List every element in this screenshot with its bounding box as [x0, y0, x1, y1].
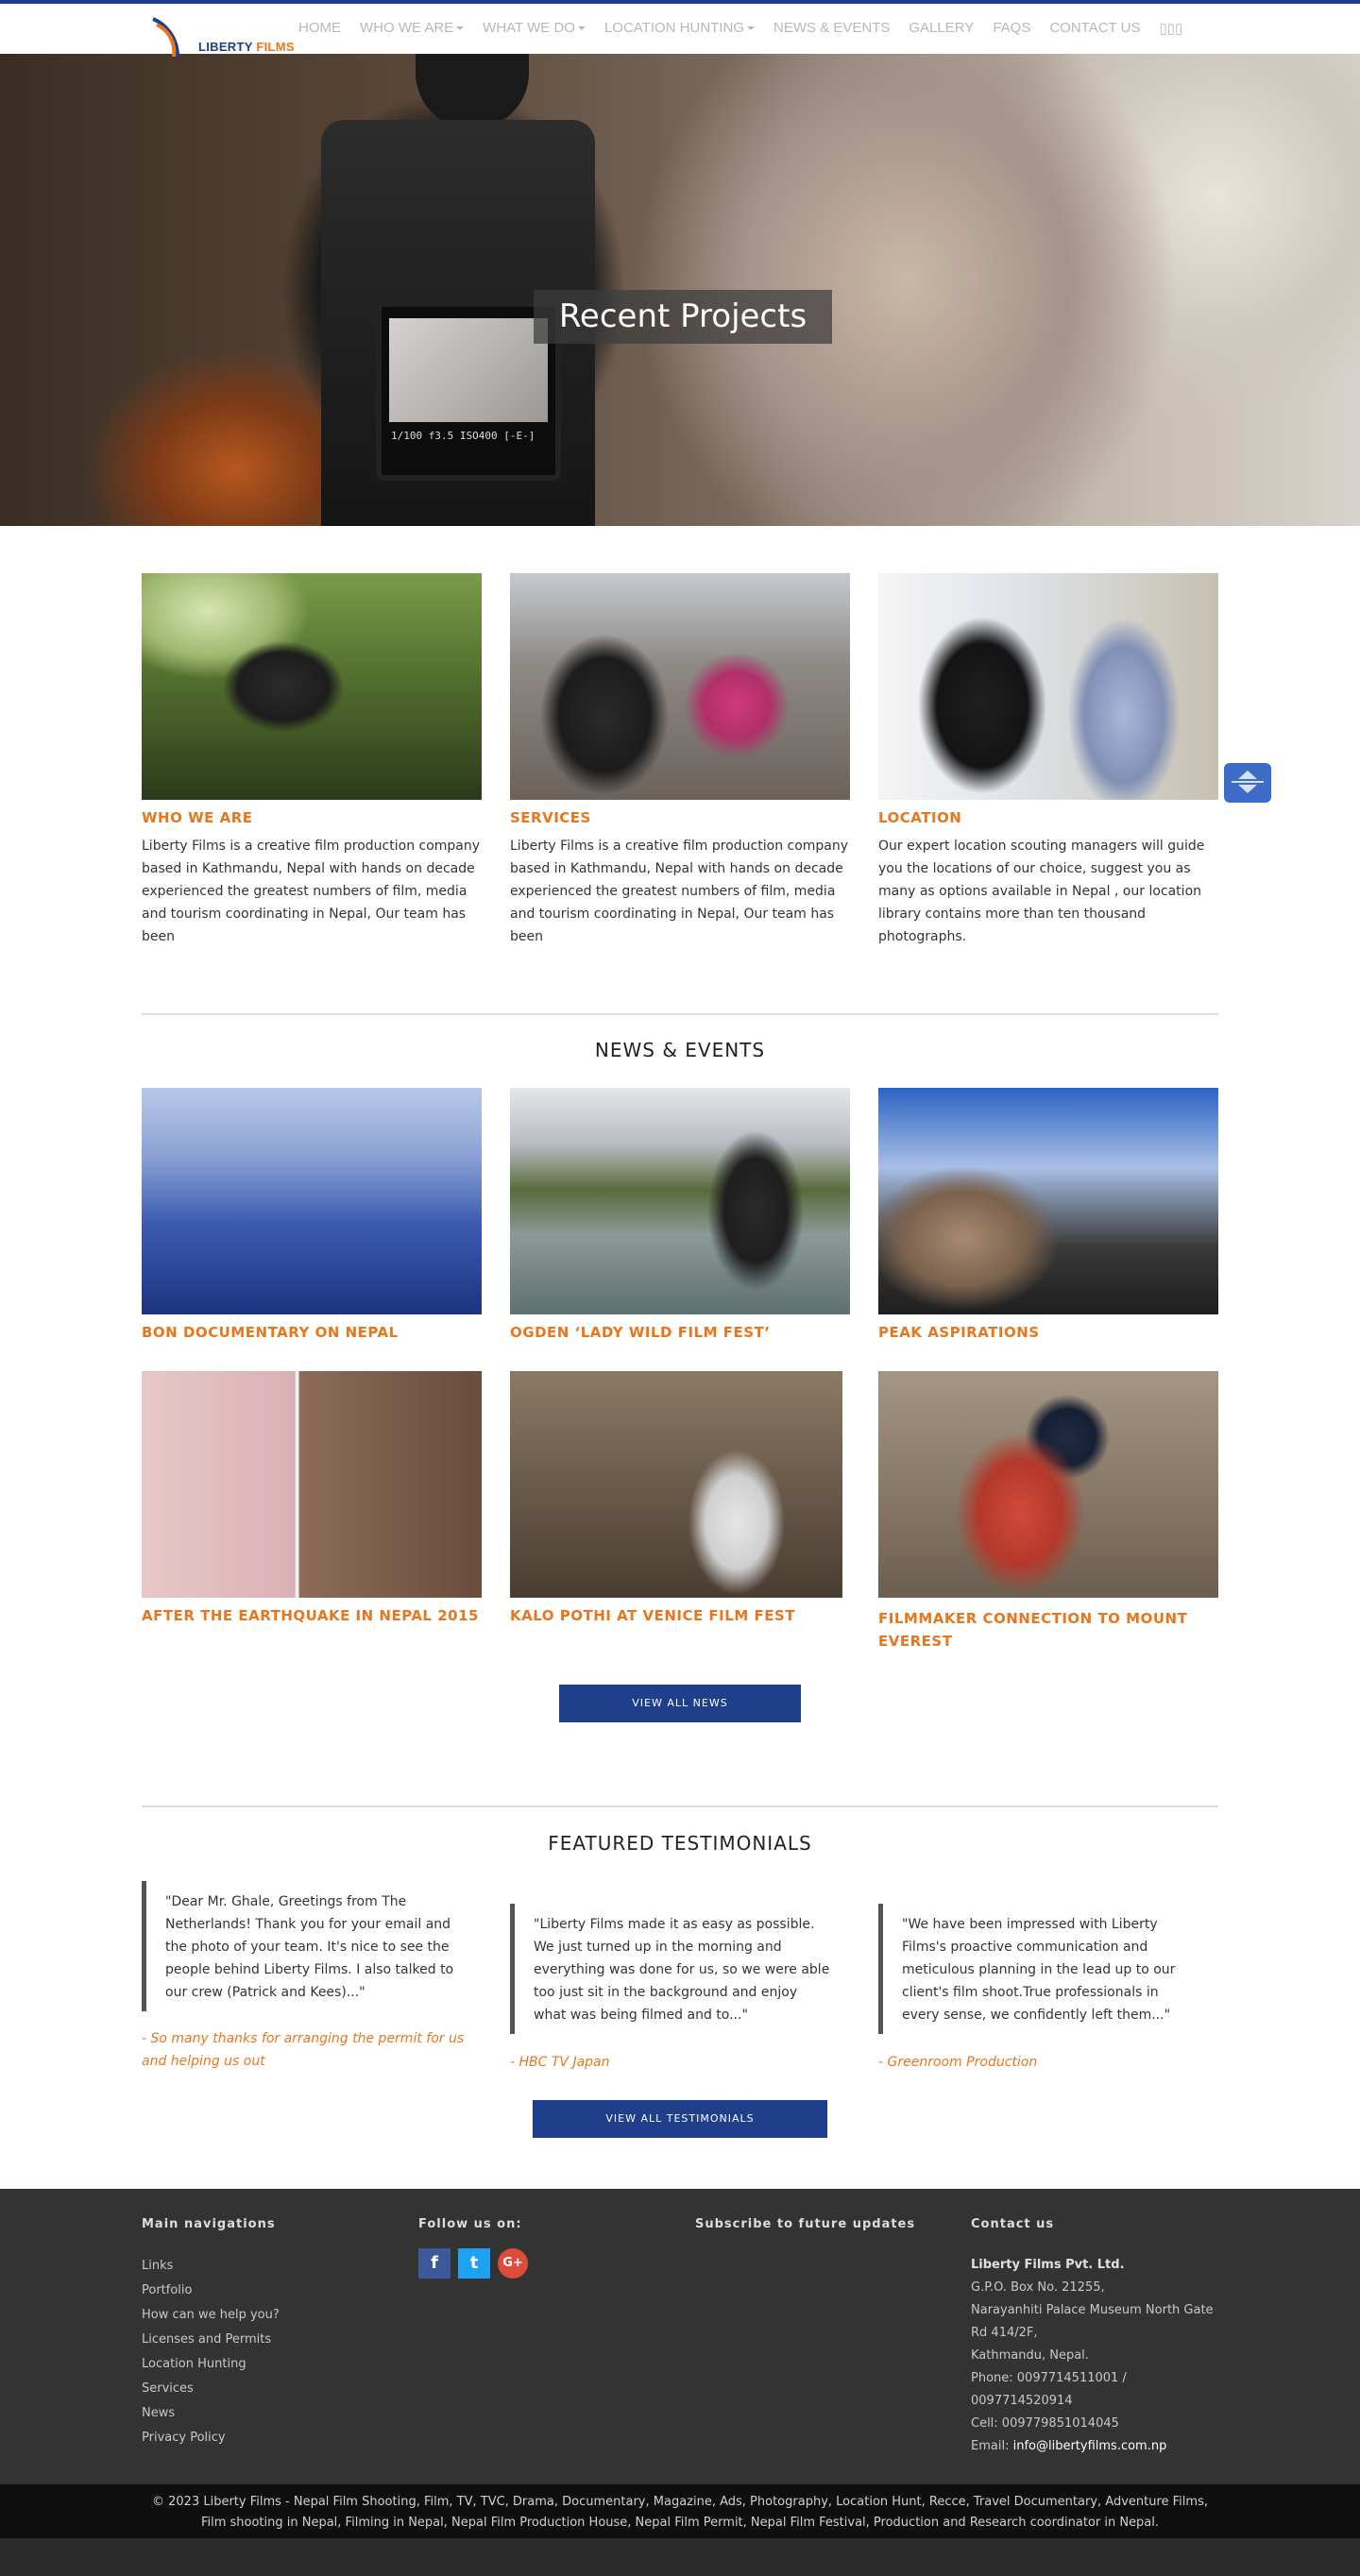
nav-what-we-do[interactable]: WHAT WE DO	[473, 20, 595, 37]
testimonial-quote: "Liberty Films made it as easy as possib…	[510, 1904, 831, 2034]
nav-news-events[interactable]: NEWS & EVENTS	[764, 20, 899, 37]
news-title[interactable]: OGDEN ‘LADY WILD FILM FEST’	[510, 1324, 850, 1341]
services-title[interactable]: SERVICES	[510, 809, 591, 826]
news-title[interactable]: BON DOCUMENTARY ON NEPAL	[142, 1324, 482, 1341]
twitter-icon[interactable]: t	[458, 2248, 490, 2279]
news-title[interactable]: KALO POTHI AT VENICE FILM FEST	[510, 1607, 850, 1624]
contact-email-line: Email: info@libertyfilms.com.np	[971, 2439, 1167, 2453]
copyright-line-1: © 2023 Liberty Films - Nepal Film Shooti…	[152, 2495, 1208, 2509]
scroll-toggle-button[interactable]	[1224, 763, 1271, 803]
site-footer: Main navigations Links Portfolio How can…	[0, 2189, 1360, 2484]
who-we-are-text: Liberty Films is a creative film product…	[142, 839, 481, 944]
view-all-news-button[interactable]: VIEW ALL NEWS	[559, 1685, 801, 1722]
who-we-are-title[interactable]: WHO WE ARE	[142, 809, 253, 826]
contact-address: Narayanhiti Palace Museum North Gate Rd …	[971, 2303, 1214, 2340]
footer-nav-column: Main navigations Links Portfolio How can…	[142, 2217, 387, 2450]
google-plus-icon[interactable]: G+	[498, 2248, 528, 2279]
footer-link[interactable]: Portfolio	[142, 2279, 387, 2303]
nav-faqs[interactable]: FAQS	[983, 20, 1040, 37]
nav-gallery[interactable]: GALLERY	[899, 20, 983, 37]
section-divider	[142, 1805, 1218, 1807]
company-name: Liberty Films Pvt. Ltd.	[971, 2258, 1125, 2272]
subscribe-heading: Subscribe to future updates	[695, 2217, 916, 2231]
hero-title: Recent Projects	[534, 290, 832, 344]
nav-language[interactable]: ▯▯▯	[1149, 20, 1192, 37]
news-image[interactable]	[142, 1088, 482, 1314]
view-all-testimonials-button[interactable]: VIEW ALL TESTIMONIALS	[533, 2100, 827, 2138]
contact-box: G.P.O. Box No. 21255,	[971, 2280, 1105, 2295]
news-image[interactable]	[142, 1371, 482, 1598]
footer-subscribe-column: Subscribe to future updates	[695, 2217, 941, 2254]
services-text: Liberty Films is a creative film product…	[510, 839, 849, 944]
follow-heading: Follow us on:	[418, 2217, 522, 2231]
nav-home[interactable]: HOME	[289, 20, 350, 37]
nav-who-we-are[interactable]: WHO WE ARE	[350, 20, 473, 37]
contact-phone: Phone: 0097714511001 / 0097714520914	[971, 2371, 1127, 2408]
caret-down-icon	[456, 26, 465, 31]
news-heading: NEWS & EVENTS	[594, 1039, 766, 1061]
news-image[interactable]	[510, 1088, 850, 1314]
testimonial-quote: "We have been impressed with Liberty Fil…	[878, 1904, 1199, 2034]
footer-nav-heading: Main navigations	[142, 2217, 276, 2231]
top-navbar: LIBERTY FILMS HOME WHO WE ARE WHAT WE DO…	[0, 0, 1360, 58]
footer-follow-column: Follow us on: f t G+	[418, 2217, 664, 2279]
contact-city: Kathmandu, Nepal.	[971, 2348, 1089, 2363]
services-image[interactable]	[510, 573, 850, 800]
facebook-icon[interactable]: f	[418, 2248, 450, 2279]
news-title[interactable]: FILMMAKER CONNECTION TO MOUNT EVEREST	[878, 1607, 1218, 1652]
footer-contact-column: Contact us Liberty Films Pvt. Ltd. G.P.O…	[971, 2217, 1226, 2458]
contact-heading: Contact us	[971, 2217, 1055, 2231]
caret-down-icon	[577, 26, 586, 31]
news-title[interactable]: AFTER THE EARTHQUAKE IN NEPAL 2015	[142, 1607, 482, 1624]
testimonial-author: - So many thanks for arranging the permi…	[142, 2031, 465, 2069]
hero-microphone	[416, 54, 529, 129]
testimonial-quote: "Dear Mr. Ghale, Greetings from The Neth…	[142, 1881, 463, 2011]
nav-location-hunting[interactable]: LOCATION HUNTING	[595, 20, 764, 37]
news-image[interactable]	[878, 1088, 1218, 1314]
testimonial-author: - Greenroom Production	[878, 2055, 1038, 2070]
section-divider	[142, 1013, 1218, 1015]
caret-down-icon	[747, 26, 756, 31]
nav-contact-us[interactable]: CONTACT US	[1040, 20, 1149, 37]
main-menu: HOME WHO WE ARE WHAT WE DO LOCATION HUNT…	[289, 20, 1192, 37]
copyright-bar: © 2023 Liberty Films - Nepal Film Shooti…	[0, 2484, 1360, 2538]
contact-cell: Cell: 009779851014045	[971, 2416, 1119, 2431]
testimonial-author: - HBC TV Japan	[510, 2055, 610, 2070]
contact-email-link[interactable]: info@libertyfilms.com.np	[1013, 2439, 1167, 2453]
news-title[interactable]: PEAK ASPIRATIONS	[878, 1324, 1218, 1341]
footer-link[interactable]: Links	[142, 2254, 387, 2279]
brand-logo[interactable]: LIBERTY FILMS	[149, 15, 310, 60]
footer-link[interactable]: Location Hunting	[142, 2352, 387, 2377]
arrow-up-icon	[1238, 771, 1257, 779]
social-links: f t G+	[418, 2248, 664, 2279]
location-title[interactable]: LOCATION	[878, 809, 961, 826]
location-image[interactable]	[878, 573, 1218, 800]
footer-link[interactable]: Privacy Policy	[142, 2426, 387, 2450]
copyright-line-2: Film shooting in Nepal, Filming in Nepal…	[200, 2516, 1160, 2530]
page-bottom-strip	[0, 2538, 1360, 2576]
who-we-are-image[interactable]	[142, 573, 482, 800]
footer-link[interactable]: How can we help you?	[142, 2303, 387, 2328]
logo-swoosh-icon	[152, 17, 179, 58]
footer-link[interactable]: Licenses and Permits	[142, 2328, 387, 2352]
location-text: Our expert location scouting managers wi…	[878, 839, 1205, 944]
testimonials-heading: FEATURED TESTIMONIALS	[548, 1832, 812, 1855]
hero-banner: 1/100 f3.5 ISO400 [-E-] Recent Projects	[0, 54, 1360, 526]
news-image[interactable]	[510, 1371, 842, 1598]
footer-link[interactable]: Services	[142, 2377, 387, 2401]
news-image[interactable]	[878, 1371, 1218, 1598]
brand-name: LIBERTY FILMS	[198, 40, 295, 54]
footer-link[interactable]: News	[142, 2401, 387, 2426]
arrow-down-icon	[1238, 785, 1257, 793]
